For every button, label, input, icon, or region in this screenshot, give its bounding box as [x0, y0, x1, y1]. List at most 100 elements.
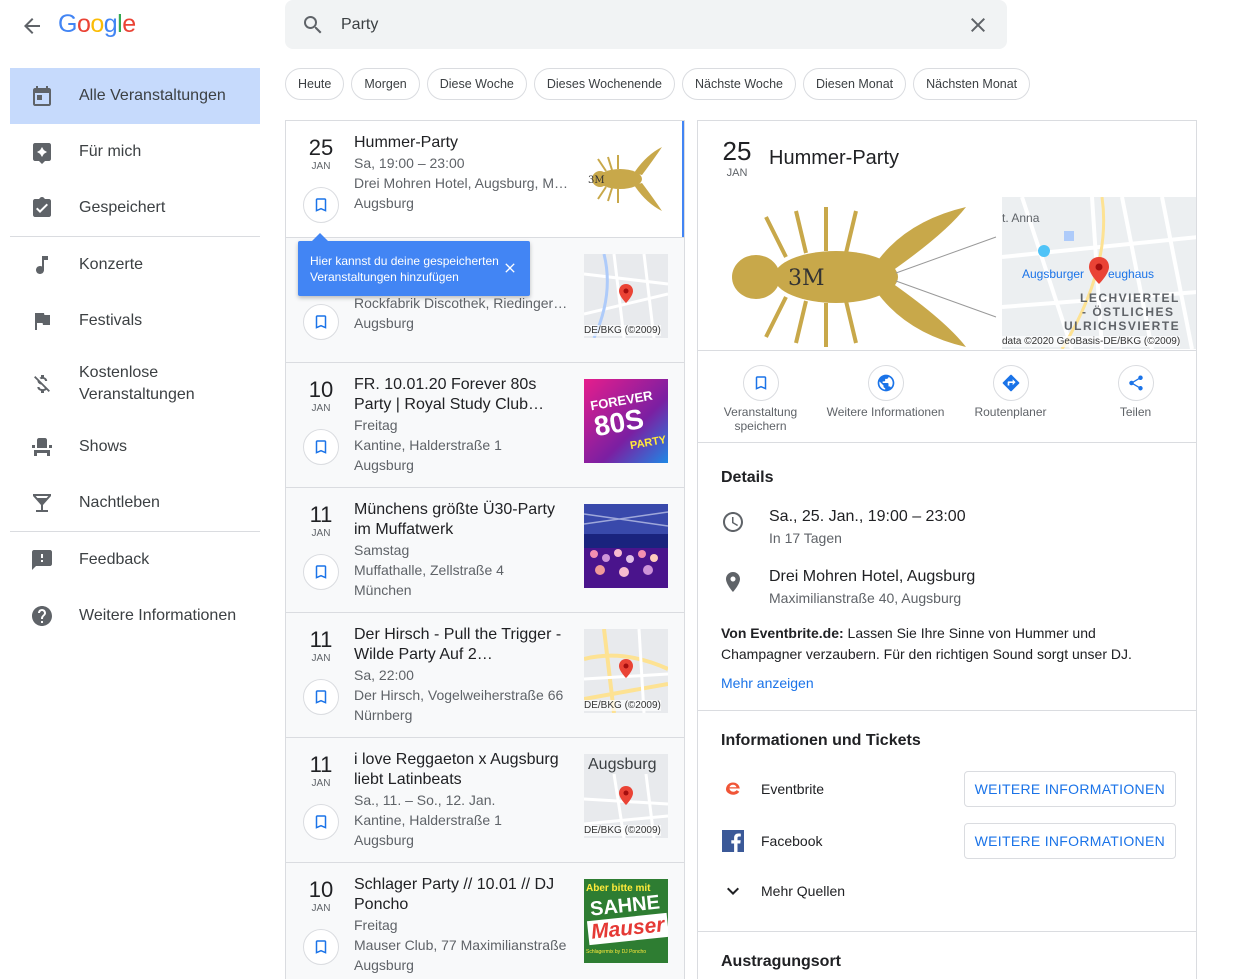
event-item[interactable]: 11 JAN i love Reggaeton x Augsburg liebt…	[286, 738, 684, 863]
event-city: Augsburg	[354, 195, 414, 211]
top-left-header: Google	[0, 0, 280, 52]
show-more-link[interactable]: Mehr anzeigen	[721, 675, 814, 691]
event-month: JAN	[311, 161, 331, 172]
sidebar-item-label: Feedback	[79, 551, 150, 568]
sidebar-item-label: Alle Veranstaltungen	[79, 87, 226, 104]
event-venue: Der Hirsch, Vogelweiherstraße 66	[354, 687, 564, 703]
save-event-button[interactable]	[303, 554, 339, 590]
google-logo[interactable]: Google	[58, 10, 136, 39]
sidebar-item-concerts[interactable]: Konzerte	[10, 237, 260, 293]
facebook-more-info-button[interactable]: WEITERE INFORMATIONEN	[963, 823, 1176, 859]
event-day: 10	[308, 377, 334, 402]
eventbrite-more-info-button[interactable]: WEITERE INFORMATIONEN	[963, 771, 1176, 807]
event-info: Der Hirsch - Pull the Trigger - Wilde Pa…	[354, 625, 568, 725]
event-day: 11	[309, 502, 333, 527]
event-location-row: Drei Mohren Hotel, Augsburg Maximilianst…	[721, 566, 975, 608]
sidebar-item-feedback[interactable]: Feedback	[10, 532, 260, 588]
search-input[interactable]: Party	[341, 16, 966, 34]
event-thumbnail-forever80s: FOREVER 80S PARTY	[584, 379, 668, 463]
hero-text: 3M	[788, 266, 825, 291]
more-sources-toggle[interactable]: Mehr Quellen	[721, 879, 845, 903]
chip-tomorrow[interactable]: Morgen	[351, 68, 420, 100]
event-info: Rockfabrik Discothek, Riedingers… Augsbu…	[354, 293, 568, 333]
chip-this-week[interactable]: Diese Woche	[426, 68, 527, 100]
event-time: Samstag	[354, 542, 410, 558]
action-label: Weitere Informationen	[826, 405, 945, 419]
bookmark-icon	[315, 690, 327, 704]
detail-map[interactable]: t. Anna Augsburger eughaus LECHVIERTEL -…	[1002, 197, 1196, 349]
sidebar-item-all-events[interactable]: Alle Veranstaltungen	[10, 68, 260, 124]
sidebar-item-label: Weitere Informationen	[79, 607, 237, 624]
eventbrite-icon	[722, 778, 744, 800]
map-credit: data ©2020 GeoBasis-DE/BKG (©2009)	[1002, 336, 1181, 347]
event-item[interactable]: 10 JAN FR. 10.01.20 Forever 80s Party | …	[286, 363, 684, 488]
more-info-action[interactable]: Weitere Informationen	[823, 351, 948, 442]
search-icon[interactable]	[301, 13, 325, 37]
sidebar-item-saved[interactable]: Gespeichert	[10, 180, 260, 236]
feedback-icon	[32, 550, 52, 570]
bookmark-icon	[315, 315, 327, 329]
saved-check-icon	[33, 197, 51, 217]
sidebar-item-nightlife[interactable]: Nachtleben	[10, 475, 260, 531]
save-event-button[interactable]	[303, 804, 339, 840]
sidebar-item-free-events[interactable]: Kostenlose Veranstaltungen	[10, 349, 260, 419]
map-title: Augsburg	[588, 756, 657, 773]
save-event-button[interactable]	[303, 304, 339, 340]
event-item[interactable]: 10 JAN Schlager Party // 10.01 // DJ Pon…	[286, 863, 684, 979]
event-info: i love Reggaeton x Augsburg liebt Latinb…	[354, 750, 568, 850]
event-city: München	[354, 582, 412, 598]
back-arrow-icon[interactable]	[20, 14, 44, 38]
thumb-text: Schlagermix by DJ Poncho	[586, 949, 647, 955]
bookmark-icon	[315, 815, 327, 829]
event-item[interactable]: 25 JAN Hummer-Party Sa, 19:00 – 23:00 Dr…	[286, 121, 684, 238]
description-source: Von Eventbrite.de:	[721, 625, 844, 641]
bookmark-icon	[315, 565, 327, 579]
chip-this-weekend[interactable]: Dieses Wochenende	[533, 68, 675, 100]
map-credit: DE/BKG (©2009)	[584, 325, 661, 336]
chip-today[interactable]: Heute	[285, 68, 345, 100]
save-event-button[interactable]	[303, 429, 339, 465]
section-divider	[698, 710, 1196, 711]
event-city: Augsburg	[354, 832, 414, 848]
detail-actions: Veranstaltung speichern Weitere Informat…	[698, 350, 1196, 443]
chip-next-month[interactable]: Nächsten Monat	[913, 68, 1031, 100]
event-month: JAN	[311, 778, 331, 789]
event-info: Münchens größte Ü30-Party im Muffatwerk …	[354, 500, 568, 600]
venue-heading: Austragungsort	[721, 953, 841, 970]
event-title: i love Reggaeton x Augsburg liebt Latinb…	[354, 751, 559, 788]
chip-this-month[interactable]: Diesen Monat	[803, 68, 907, 100]
details-heading: Details	[721, 469, 774, 486]
event-title: FR. 10.01.20 Forever 80s Party | Royal S…	[354, 376, 545, 413]
sidebar-item-for-me[interactable]: Für mich	[10, 124, 260, 180]
event-time: Sa, 22:00	[354, 667, 414, 683]
map-credit: DE/BKG (©2009)	[584, 825, 661, 836]
tooltip-text: Hier kannst du deine gespeicherten Veran…	[310, 254, 499, 284]
bookmark-icon	[315, 198, 327, 212]
sidebar-item-shows[interactable]: Shows	[10, 419, 260, 475]
save-event-button[interactable]	[303, 187, 339, 223]
event-item[interactable]: 11 JAN Münchens größte Ü30-Party im Muff…	[286, 488, 684, 613]
sidebar-item-more-info[interactable]: Weitere Informationen	[10, 588, 260, 644]
map-label: LECHVIERTEL	[1080, 291, 1180, 305]
share-action[interactable]: Teilen	[1073, 351, 1196, 442]
svg-text:3M: 3M	[588, 175, 605, 186]
chip-next-week[interactable]: Nächste Woche	[681, 68, 796, 100]
action-label: Teilen	[1119, 405, 1152, 419]
sidebar-item-label: Konzerte	[79, 256, 144, 273]
close-icon[interactable]	[966, 13, 990, 37]
event-title: Der Hirsch - Pull the Trigger - Wilde Pa…	[354, 626, 562, 663]
save-event-button[interactable]	[303, 929, 339, 965]
event-venue: Kantine, Halderstraße 1	[354, 437, 502, 453]
close-icon[interactable]	[502, 260, 518, 276]
directions-action[interactable]: Routenplaner	[948, 351, 1073, 442]
event-day: 25	[308, 135, 334, 160]
event-item[interactable]: 11 JAN Der Hirsch - Pull the Trigger - W…	[286, 613, 684, 738]
event-info: Hummer-Party Sa, 19:00 – 23:00 Drei Mohr…	[354, 133, 568, 213]
search-bar[interactable]: Party	[285, 0, 1007, 49]
sidebar-item-festivals[interactable]: Festivals	[10, 293, 260, 349]
action-circle	[742, 365, 779, 401]
save-event-button[interactable]	[303, 679, 339, 715]
save-event-action[interactable]: Veranstaltung speichern	[698, 351, 823, 442]
event-city: Nürnberg	[354, 707, 413, 723]
event-venue-address: Maximilianstraße 40, Augsburg	[769, 590, 962, 606]
